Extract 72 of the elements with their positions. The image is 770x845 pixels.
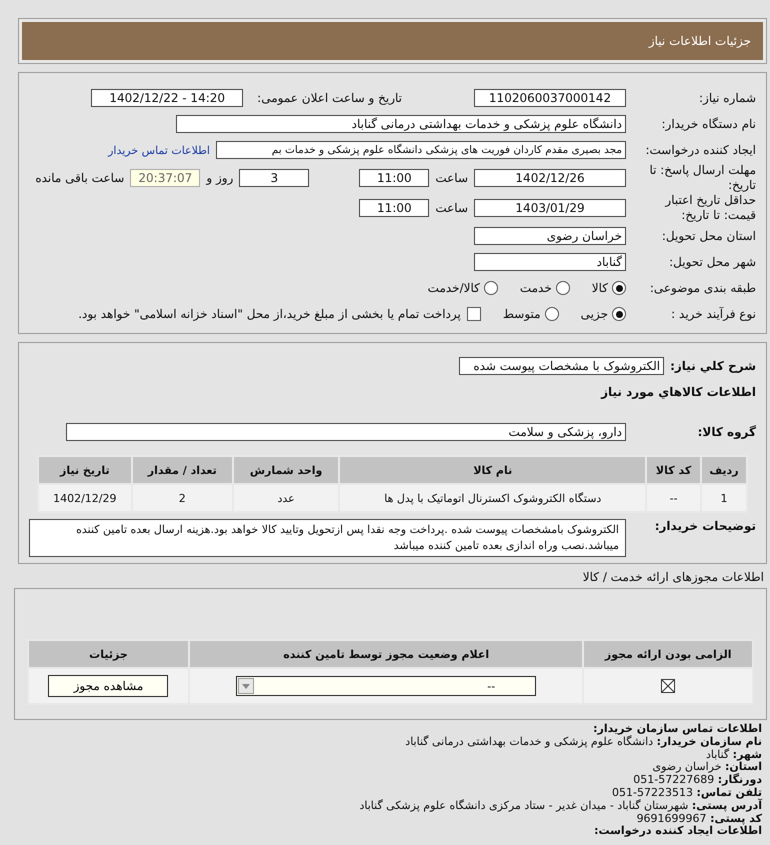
field-label: گروه کالا:: [696, 425, 756, 439]
radio-button[interactable]: [484, 281, 498, 295]
table-cell: دستگاه الکتروشوک اکسترنال اتوماتیک با پدل ها: [339, 484, 646, 512]
column-header: اعلام وضعیت مجوز توسط تامین کننده: [188, 640, 584, 668]
table-cell: --: [646, 484, 701, 512]
field-label: شهر محل تحویل:: [668, 255, 756, 269]
summary-field[interactable]: الکتروشوک با مشخصات پیوست شده: [459, 357, 664, 375]
column-header: نام کالا: [339, 456, 646, 484]
contact-heading: اطلاعات ایجاد کننده درخواست:: [593, 825, 762, 838]
field-label: استان محل تحویل:: [660, 229, 756, 243]
checkbox[interactable]: [661, 679, 676, 693]
radio-button[interactable]: [556, 281, 570, 295]
field-label: ساعت: [435, 201, 468, 215]
field-label: ایجاد کننده درخواست:: [644, 143, 756, 157]
column-header: واحد شمارش: [232, 456, 340, 484]
table-cell: عدد: [232, 484, 340, 512]
validity-time-field[interactable]: 11:00: [359, 199, 430, 217]
page-title: جزئیات اطلاعات نیاز: [22, 22, 763, 60]
field-label: حداقل تاریخ اعتبار قیمت: تا تاریخ:: [664, 193, 756, 223]
field-label: ساعت باقی مانده: [35, 171, 124, 185]
reply-date-field[interactable]: 1402/12/26: [474, 169, 626, 187]
column-header: کد کالا: [646, 456, 701, 484]
reply-time-field[interactable]: 11:00: [359, 169, 430, 187]
table-cell: 1: [700, 484, 747, 512]
field-label: ساعت: [435, 171, 468, 185]
buyer-org-field[interactable]: دانشگاه علوم پزشکی و خدمات بهداشتی درمانی گناباد: [176, 115, 626, 133]
field-label: شماره نیاز:: [698, 91, 756, 105]
validity-date-field[interactable]: 1403/01/29: [474, 199, 626, 217]
radio-label: متوسط: [502, 307, 541, 321]
radio-button[interactable]: [612, 307, 626, 321]
field-label: توضیحات خریدار:: [654, 519, 756, 534]
table-cell: 1402/12/29: [38, 484, 132, 512]
field-label: نوع فرآیند خرید :: [670, 307, 756, 321]
announce-date-field[interactable]: 1402/12/22 - 14:20: [91, 89, 244, 107]
status-select[interactable]: --: [236, 676, 536, 696]
view-license-button[interactable]: مشاهده مجوز: [48, 675, 168, 697]
radio-label: خدمت: [520, 281, 552, 295]
radio-button[interactable]: [544, 307, 559, 321]
contact-line: استان: خراسان رضوی: [651, 761, 762, 774]
section-heading: اطلاعات مجوزهای ارائه خدمت / کالا: [582, 570, 764, 584]
buyer-notes-text: الکتروشوک بامشخصات پیوست شده .پرداخت وجه نقدا پس ازتحویل وتایید کالا خواهد بود.هزینه ارسال بعده تامین کننده میباشد.نصب وراه اندازی بعده تامین کننده میباشد: [29, 519, 626, 557]
column-header: تعداد / مقدار: [132, 456, 233, 484]
field-label: نام دستگاه خریدار:: [660, 117, 756, 131]
radio-label: کالا: [592, 281, 608, 295]
contact-line: نام سازمان خریدار: دانشگاه علوم پزشکی و خدمات بهداشتی درمانی گناباد: [404, 736, 762, 748]
field-label: روز و: [206, 171, 234, 185]
checkbox-label: پرداخت تمام یا بخشی از مبلغ خرید،از محل "اسناد خزانه اسلامی" خواهد بود.: [78, 307, 461, 321]
requester-field[interactable]: مجد بصیری مقدم کاردان فوریت های پزشکی دانشگاه علوم پزشکی و خدمات بم: [216, 141, 626, 159]
goods-group-field[interactable]: دارو، پزشکی و سلامت: [66, 423, 626, 441]
checkbox[interactable]: [466, 307, 481, 321]
section-heading: اطلاعات کالاهاي مورد نياز: [601, 385, 756, 399]
field-label: تاریخ و ساعت اعلان عمومی:: [257, 91, 402, 105]
contact-heading: اطلاعات تماس سازمان خریدار:: [592, 723, 762, 735]
contact-buyer-link[interactable]: اطلاعات تماس خریدار: [108, 144, 210, 156]
column-header: جزئیات: [28, 640, 189, 668]
contact-line: آدرس پستی: شهرستان گناباد - میدان غدیر - ستاد مرکزی دانشگاه علوم پزشکی گناباد: [358, 800, 762, 813]
radio-label: جزیی: [580, 307, 608, 321]
contact-line: شهر: گناباد: [706, 748, 762, 762]
radio-button[interactable]: [612, 281, 626, 295]
column-header: ردیف: [700, 456, 747, 484]
table-cell: 2: [132, 484, 233, 512]
field-label: مهلت ارسال پاسخ: تا تاریخ:: [648, 163, 756, 193]
field-label: شرح کلي نياز:: [670, 359, 756, 373]
column-header: الزامی بودن ارائه مجوز: [583, 640, 753, 668]
city-field[interactable]: گناباد: [474, 253, 626, 271]
column-header: تاریخ نیاز: [38, 456, 132, 484]
province-field[interactable]: خراسان رضوی: [474, 227, 626, 245]
need-number-field[interactable]: 1102060037000142: [474, 89, 626, 107]
remaining-time-field[interactable]: 20:37:07: [130, 169, 200, 187]
days-field[interactable]: 3: [239, 169, 310, 187]
field-label: طبقه بندی موضوعی:: [648, 281, 756, 295]
radio-label: کالا/خدمت: [428, 281, 480, 295]
